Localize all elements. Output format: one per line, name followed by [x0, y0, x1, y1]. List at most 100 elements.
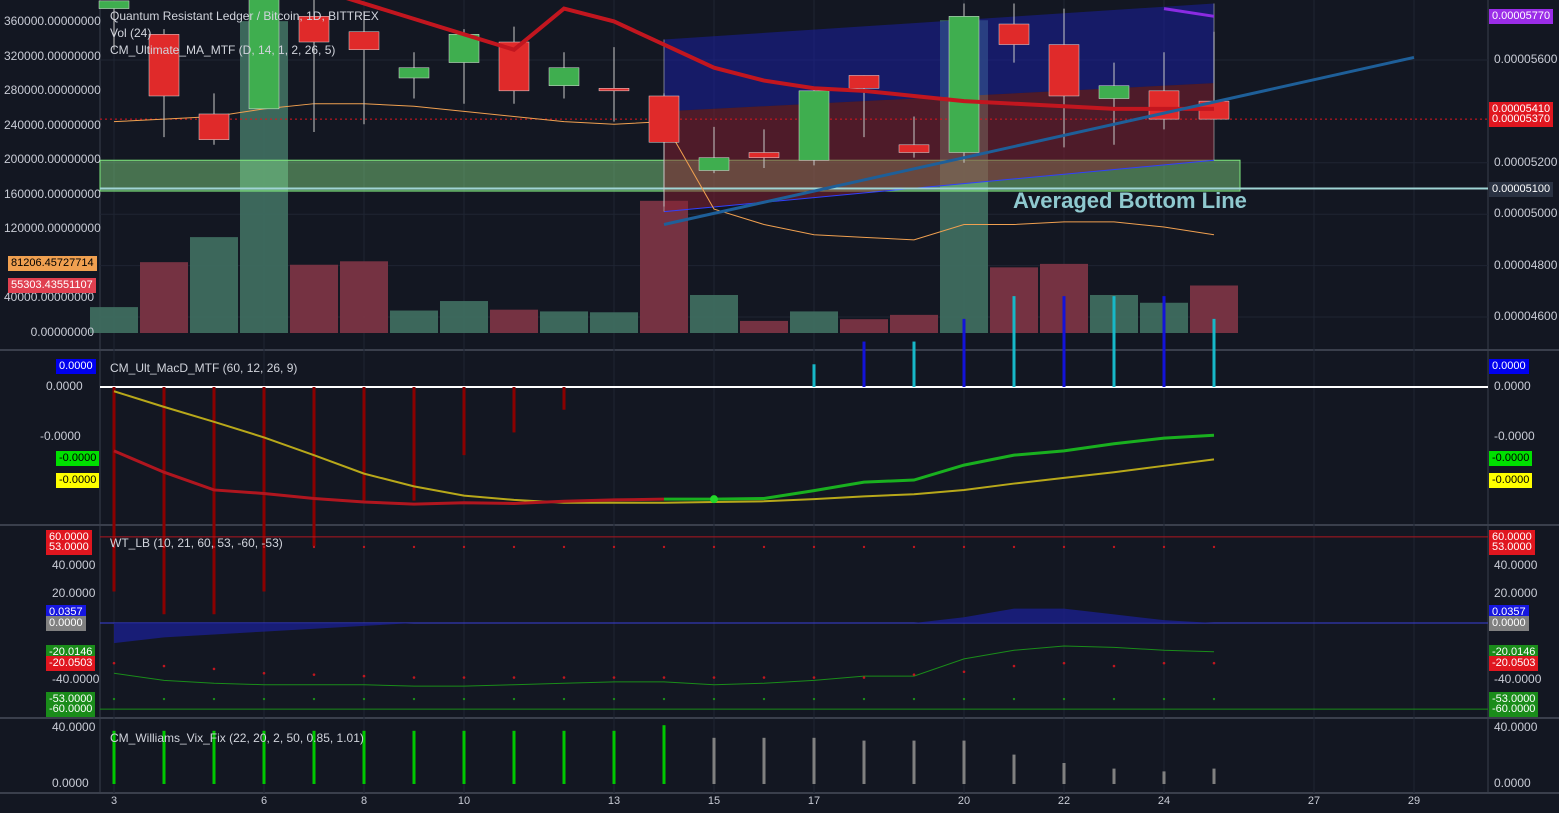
wt2-dot: [862, 676, 866, 679]
candle-body: [398, 67, 430, 79]
vix-axis-tick: 0.0000: [52, 776, 89, 790]
wt-minus53-dot: [612, 697, 616, 701]
wt-minus53-dot: [362, 697, 366, 701]
wt2-dot: [1212, 661, 1216, 665]
wt-axis-tick: 20.0000: [1494, 586, 1538, 601]
wt-minus53-dot: [1212, 697, 1216, 701]
volume-title: Vol (24): [110, 26, 152, 40]
chart-canvas[interactable]: [0, 0, 1559, 813]
vix-bar: [862, 740, 866, 784]
wt-minus53-dot: [712, 697, 716, 701]
wt-minus53-dot: [862, 697, 866, 701]
price-axis-tick: 0.00004800: [1494, 257, 1558, 272]
wt-axis-tick: -40.0000: [1494, 672, 1542, 687]
candle-body: [748, 152, 780, 158]
time-axis-label: 29: [1407, 795, 1421, 807]
wt-53-dot: [512, 545, 516, 549]
macd-axis-tick: 0.0000: [46, 379, 83, 393]
volume-axis-tick: 200000.00000000: [4, 152, 101, 167]
wt-minus53-dot: [812, 697, 816, 701]
wt-53-dot: [312, 545, 316, 549]
vix-bar: [1062, 763, 1066, 784]
candle-body: [198, 113, 230, 140]
wt-53-dot: [1162, 545, 1166, 549]
wt2-dot: [1162, 661, 1166, 665]
volume-axis-tick: 240000.00000000: [4, 117, 101, 132]
wt2-dot: [812, 676, 816, 679]
volume-badge: 81206.45727714: [8, 255, 97, 271]
vix-bar: [412, 730, 416, 784]
volume-bar: [840, 319, 888, 333]
wt2-dot: [362, 674, 366, 678]
wt2-dot: [312, 673, 316, 676]
wt-minus53-dot: [912, 697, 916, 701]
wt-minus53-dot: [462, 697, 466, 701]
wt-53-dot: [912, 545, 916, 549]
wt2-dot: [112, 661, 116, 665]
volume-bar: [740, 320, 788, 333]
vix-bar: [1162, 771, 1166, 784]
wt-minus53-dot: [1112, 697, 1116, 701]
wt-53-dot: [662, 545, 666, 549]
macd-cross-dot: [710, 495, 718, 504]
candle-body: [998, 23, 1030, 45]
vix-axis-tick: 40.0000: [52, 720, 96, 734]
volume-bar: [390, 310, 438, 333]
time-axis-label: 8: [360, 795, 368, 807]
wt-axis-tick: 40.0000: [1494, 557, 1538, 572]
averaged-bottom-line-label: Averaged Bottom Line: [1013, 188, 1247, 213]
symbol-title: Quantum Resistant Ledger / Bitcoin, 1D, …: [110, 9, 379, 23]
vix-axis-tick: 40.0000: [1494, 720, 1538, 734]
wt-badge: -20.0503: [1489, 656, 1539, 672]
wt-53-dot: [812, 545, 816, 549]
price-badge: 0.00005770: [1489, 9, 1554, 25]
time-axis-label: 6: [260, 795, 268, 807]
wt2-dot: [412, 676, 416, 679]
wt-minus53-dot: [212, 697, 216, 701]
wt2-dot: [562, 676, 566, 679]
time-axis-label: 10: [457, 795, 471, 807]
ma-title: CM_Ultimate_MA_MTF (D, 14, 1, 2, 26, 5): [110, 43, 336, 57]
wt2-dot: [912, 673, 916, 676]
wt2-dot: [762, 676, 766, 679]
wt-minus53-dot: [112, 697, 116, 701]
wt-minus53-dot: [512, 697, 516, 701]
candle-body: [798, 90, 830, 161]
vix-bar: [812, 737, 816, 784]
macd-badge: 0.0000: [56, 358, 96, 374]
macd-badge: -0.0000: [1489, 451, 1533, 466]
wt-minus53-dot: [562, 697, 566, 701]
wt-53-dot: [1062, 545, 1066, 549]
candle-body: [848, 75, 880, 89]
volume-axis-tick: 320000.00000000: [4, 48, 101, 63]
wt2-dot: [662, 676, 666, 679]
macd-badge: -0.0000: [56, 473, 100, 488]
macd-title: CM_Ult_MacD_MTF (60, 12, 26, 9): [110, 361, 298, 375]
wt-53-dot: [462, 545, 466, 549]
volume-bar: [290, 264, 338, 333]
volume-axis-tick: 120000.00000000: [4, 221, 101, 236]
vix-bar: [662, 725, 666, 784]
wt-axis-tick: -40.0000: [52, 672, 100, 687]
vix-title: CM_Williams_Vix_Fix (22, 20, 2, 50, 0.85…: [110, 731, 364, 745]
wt-badge: -60.0000: [46, 702, 96, 718]
wt-53-dot: [1212, 545, 1216, 549]
time-axis-label: 22: [1057, 795, 1071, 807]
vix-bar: [612, 730, 616, 784]
wt-minus53-dot: [1162, 697, 1166, 701]
wt-minus53-dot: [162, 697, 166, 701]
volume-axis-tick: 280000.00000000: [4, 83, 101, 98]
wt-minus53-dot: [762, 697, 766, 701]
wt2-dot: [1112, 664, 1116, 668]
candle-body: [98, 0, 130, 9]
wt-minus53-dot: [262, 697, 266, 701]
time-axis-label: 27: [1307, 795, 1321, 807]
wt-53-dot: [762, 545, 766, 549]
vix-bar: [962, 740, 966, 784]
macd-badge: -0.0000: [1489, 473, 1533, 488]
volume-bar: [90, 307, 138, 333]
time-axis-label: 17: [807, 795, 821, 807]
wt-53-dot: [712, 545, 716, 549]
wt-53-dot: [962, 545, 966, 549]
time-axis-label: 13: [607, 795, 621, 807]
